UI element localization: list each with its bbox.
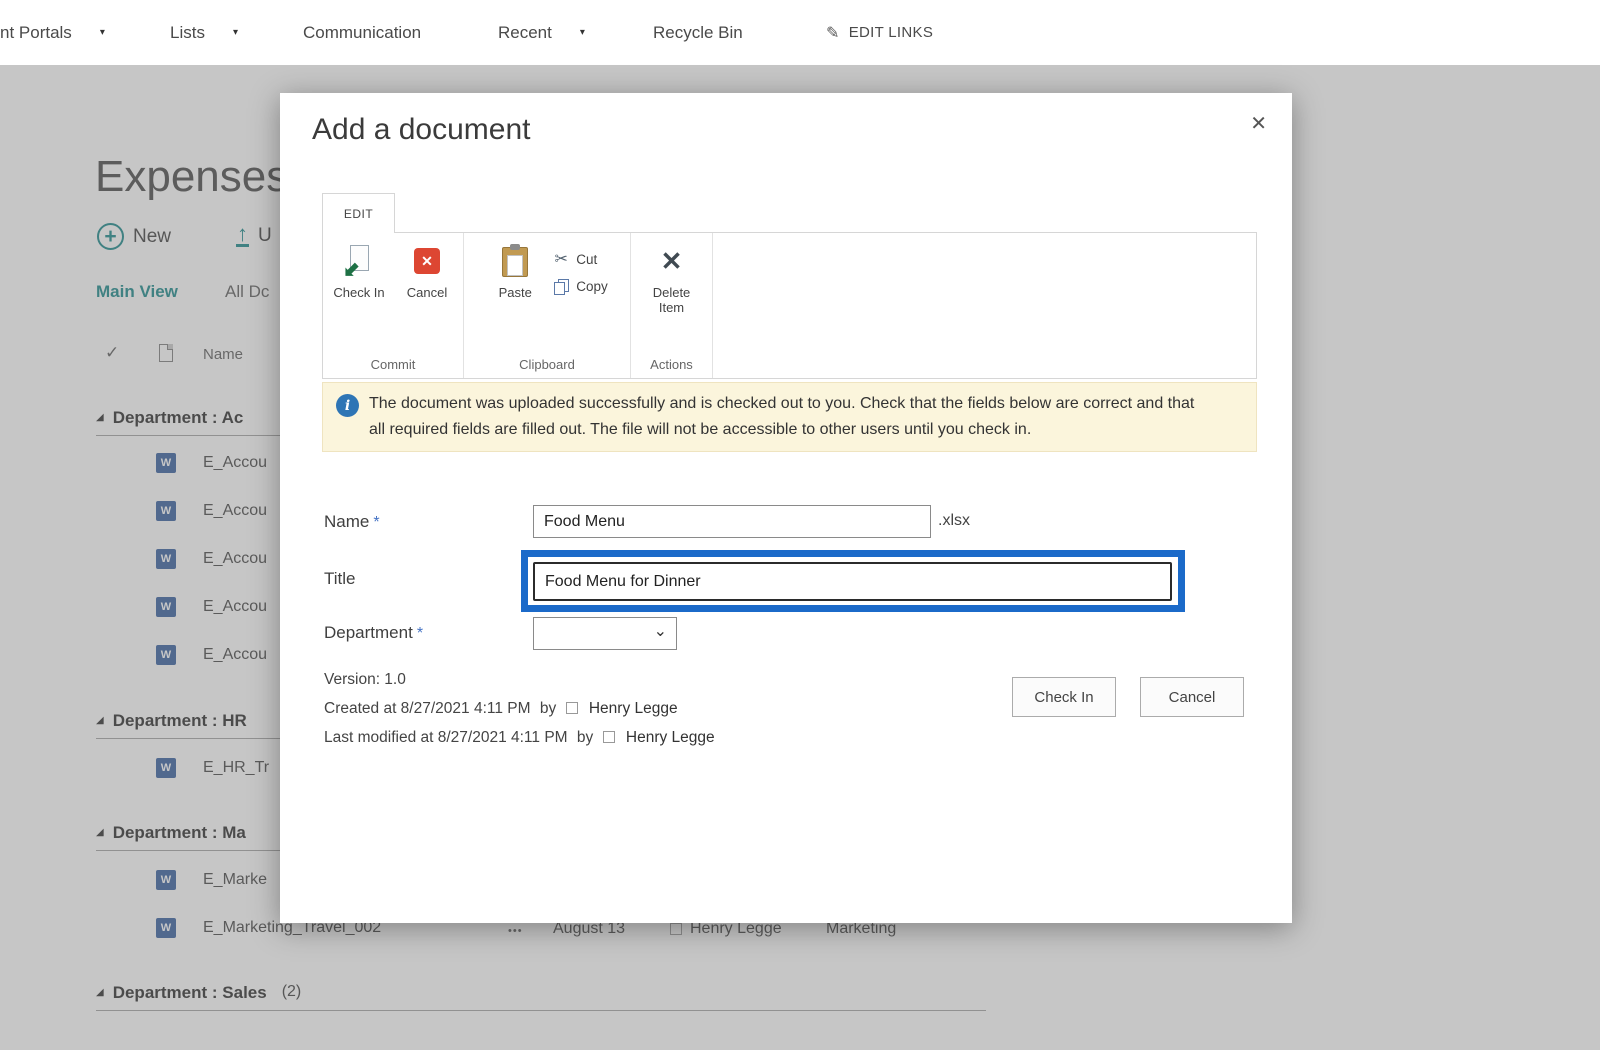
modified-text: Last modified at 8/27/2021 4:11 PM by He… — [324, 729, 715, 746]
cancel-button[interactable]: Cancel — [1140, 677, 1244, 717]
required-asterisk: * — [373, 514, 380, 531]
file-extension-label: .xlsx — [938, 512, 970, 529]
title-field-label: Title — [324, 569, 356, 588]
nav-label: Recycle Bin — [653, 22, 743, 42]
nav-item-recycle-bin[interactable]: Recycle Bin — [653, 0, 743, 65]
copy-label: Copy — [576, 279, 608, 294]
name-field-label: Name * — [324, 512, 380, 531]
ribbon-group-clipboard: Paste ✂ Cut Copy Clipboard — [464, 233, 631, 378]
presence-indicator — [565, 702, 578, 714]
ribbon: ⬋ Check In ✕ Cancel Commit Paste ✂ Cut C… — [322, 232, 1257, 379]
nav-label: Recent — [498, 22, 552, 42]
name-input[interactable] — [533, 505, 931, 538]
nav-item-communication[interactable]: Communication — [303, 0, 421, 65]
edit-links-button[interactable]: ✎ EDIT LINKS — [826, 0, 933, 65]
add-document-dialog: ✕ Add a document EDIT ⬋ Check In ✕ Cance… — [280, 93, 1292, 923]
close-icon[interactable]: ✕ — [1250, 111, 1267, 136]
check-in-button[interactable]: Check In — [1012, 677, 1116, 717]
ribbon-empty-area — [713, 233, 1256, 378]
created-text: Created at 8/27/2021 4:11 PM by Henry Le… — [324, 700, 678, 717]
nav-item-recent[interactable]: Recent ▾ — [498, 0, 585, 65]
department-select[interactable]: ⌄ — [533, 617, 677, 650]
department-field-label: Department * — [324, 623, 424, 642]
nav-item-lists[interactable]: Lists ▾ — [170, 0, 238, 65]
group-label-actions: Actions — [650, 357, 693, 372]
title-input[interactable] — [533, 562, 1172, 601]
paste-icon — [501, 244, 529, 278]
chevron-down-icon: ⌄ — [653, 623, 667, 640]
cut-button[interactable]: ✂ Cut — [552, 249, 608, 269]
dialog-title: Add a document — [312, 113, 531, 146]
document-metadata: Version: 1.0 Created at 8/27/2021 4:11 P… — [324, 671, 715, 758]
ribbon-group-commit: ⬋ Check In ✕ Cancel Commit — [323, 233, 464, 378]
nav-label: nt Portals — [0, 22, 72, 42]
notice-banner: i The document was uploaded successfully… — [322, 382, 1257, 452]
required-asterisk: * — [416, 625, 424, 642]
check-in-label: Check In — [333, 285, 385, 300]
info-icon: i — [336, 394, 359, 417]
cancel-icon: ✕ — [414, 248, 440, 274]
cut-label: Cut — [576, 251, 598, 267]
ribbon-group-actions: ✕ Delete Item Actions — [631, 233, 713, 378]
modified-by-person[interactable]: Henry Legge — [626, 729, 715, 746]
cancel-label: Cancel — [406, 285, 448, 300]
screen: nt Portals ▾ Lists ▾ Communication Recen… — [0, 0, 1600, 1050]
top-navigation: nt Portals ▾ Lists ▾ Communication Recen… — [0, 0, 1600, 65]
group-label-clipboard: Clipboard — [519, 357, 575, 372]
pencil-icon: ✎ — [826, 24, 840, 42]
chevron-down-icon: ▾ — [99, 27, 105, 38]
check-in-icon: ⬋ — [343, 245, 372, 281]
nav-item-portals[interactable]: nt Portals ▾ — [0, 0, 105, 65]
copy-icon — [553, 279, 569, 295]
nav-label: Communication — [303, 22, 422, 42]
delete-icon: ✕ — [660, 246, 683, 276]
nav-label: Lists — [170, 22, 205, 42]
version-text: Version: 1.0 — [324, 671, 406, 688]
chevron-down-icon: ▾ — [579, 27, 585, 38]
group-label-commit: Commit — [370, 357, 416, 372]
created-by-person[interactable]: Henry Legge — [589, 700, 678, 717]
notice-text: The document was uploaded successfully a… — [369, 395, 1195, 438]
chevron-down-icon: ▾ — [232, 27, 238, 38]
presence-indicator — [602, 731, 615, 743]
tab-edit[interactable]: EDIT — [322, 193, 395, 233]
copy-button[interactable]: Copy — [552, 279, 608, 295]
delete-item-label: Delete Item — [652, 285, 691, 315]
cut-icon: ✂ — [554, 251, 568, 268]
edit-links-label: EDIT LINKS — [848, 24, 934, 41]
paste-label: Paste — [498, 285, 532, 300]
